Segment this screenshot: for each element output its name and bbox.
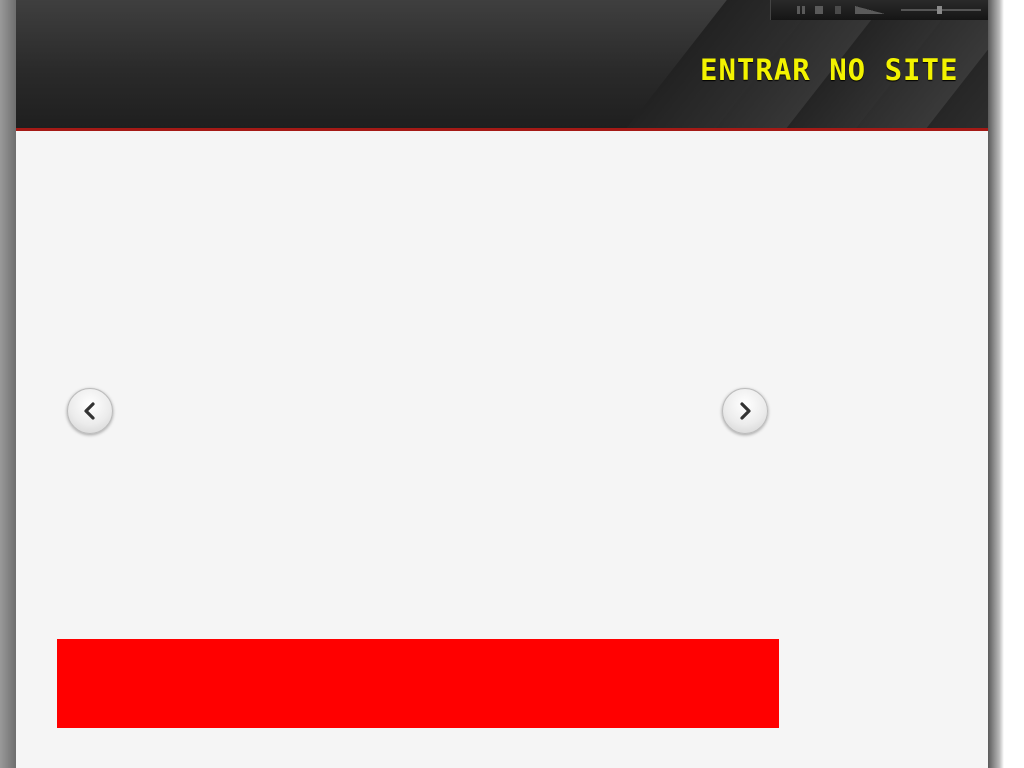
site-header: ENTRAR NO SITE: [16, 0, 988, 131]
stop-icon[interactable]: [815, 6, 823, 14]
site-container: ENTRAR NO SITE: [16, 0, 988, 768]
red-banner: [57, 639, 779, 728]
left-page-shadow: [0, 0, 16, 768]
volume-slider-handle[interactable]: [937, 6, 942, 14]
slider-prev-button[interactable]: [67, 388, 113, 434]
slider-next-button[interactable]: [722, 388, 768, 434]
image-slider: [57, 160, 779, 630]
chevron-left-icon: [84, 402, 95, 420]
right-page-shadow: [988, 0, 1004, 768]
mute-icon[interactable]: [835, 6, 841, 14]
enter-site-link[interactable]: ENTRAR NO SITE: [700, 50, 970, 90]
chevron-right-icon: [740, 402, 751, 420]
media-player-bar: [770, 0, 988, 20]
pause-icon[interactable]: [797, 6, 805, 14]
volume-icon[interactable]: [855, 6, 885, 14]
